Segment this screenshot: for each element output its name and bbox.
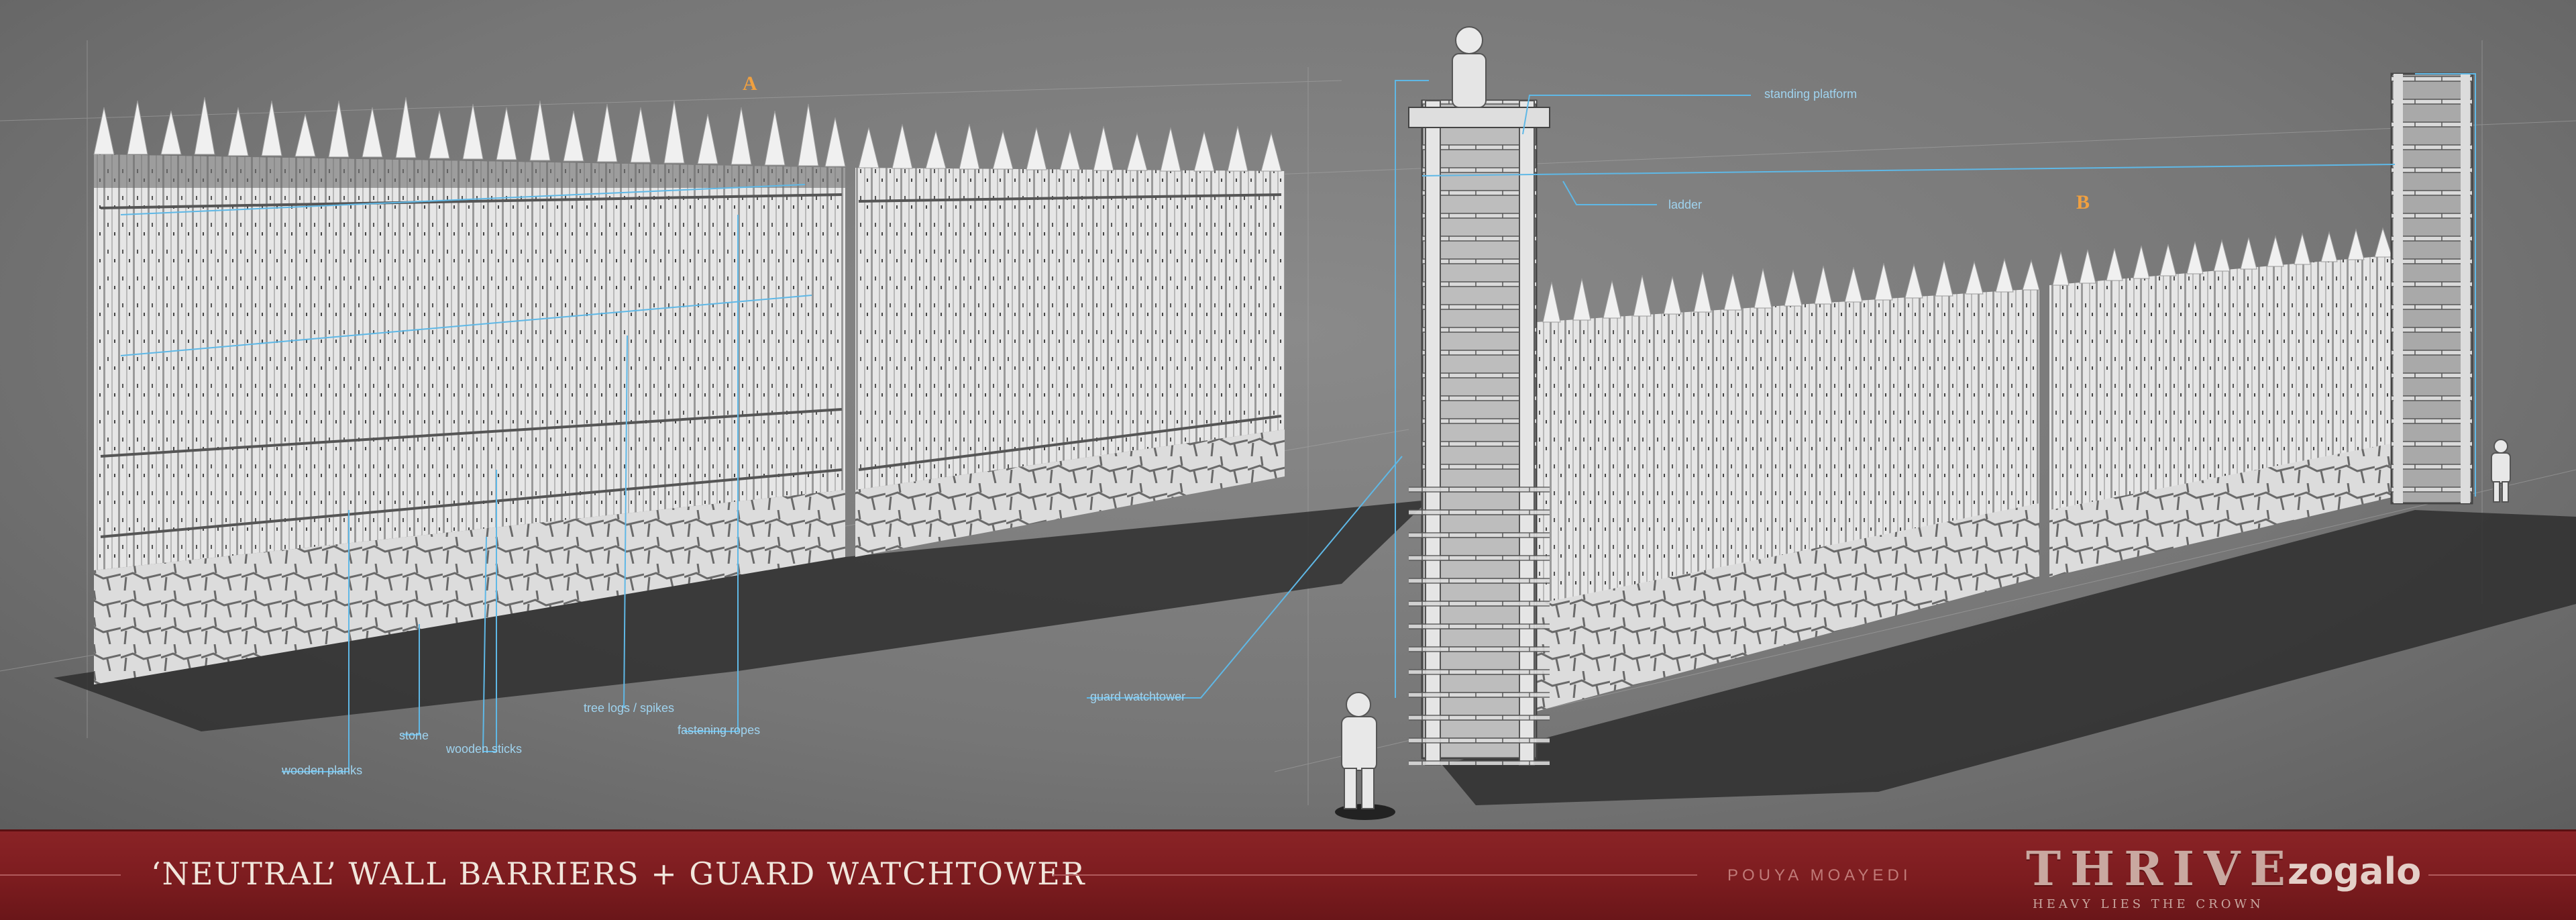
callout-wooden-planks: wooden planks [282, 764, 363, 777]
scale-figure-back [2491, 439, 2511, 503]
scale-figure-front [1335, 692, 1395, 820]
wall-a-right-segment [855, 123, 1285, 557]
thrive-logo: THRIVE [2026, 841, 2295, 897]
section-label-a: A [743, 72, 757, 95]
callout-guard-watchtower: guard watchtower [1090, 690, 1186, 703]
callout-ladder: ladder [1668, 198, 1703, 211]
banner-rule-right [2428, 874, 2576, 876]
concept-art-illustration [0, 26, 2576, 820]
wall-b-right-segment [2049, 227, 2395, 577]
title-banner: ‘NEUTRAL’ WALL BARRIERS + GUARD WATCHTOW… [0, 829, 2576, 920]
author-credit: POUYA MOAYEDI [1727, 866, 1912, 884]
banner-rule-mid [1053, 874, 1697, 876]
zogalo-logo: zogalo [2288, 850, 2422, 892]
callout-wooden-sticks: wooden sticks [446, 742, 523, 756]
callout-stone: stone [399, 729, 429, 742]
callout-tree-logs: tree logs / spikes [584, 701, 675, 715]
callout-fastening-ropes: fastening ropes [678, 723, 761, 737]
section-label-b: B [2076, 191, 2090, 213]
guard-watchtower-front [1408, 26, 1550, 766]
banner-rule-left [0, 874, 121, 876]
banner-title: ‘NEUTRAL’ WALL BARRIERS + GUARD WATCHTOW… [151, 856, 1086, 892]
thrive-logo-subtitle: HEAVY LIES THE CROWN [2033, 897, 2264, 911]
callout-standing-platform: standing platform [1764, 87, 1858, 101]
guard-watchtower-back [2390, 72, 2473, 505]
concept-art-canvas: A B wooden planks stone wooden sticks tr… [0, 0, 2576, 829]
